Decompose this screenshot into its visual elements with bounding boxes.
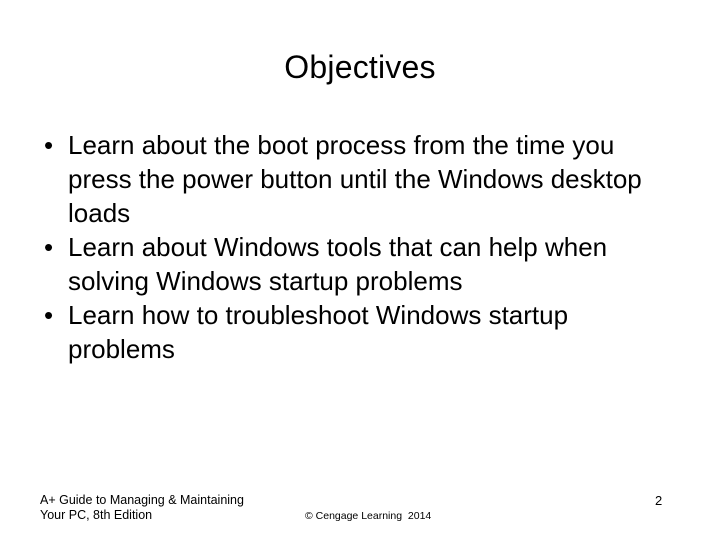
page-title: Objectives bbox=[284, 49, 436, 85]
objectives-bullet-list: • Learn about the boot process from the … bbox=[40, 128, 664, 366]
list-item: • Learn about the boot process from the … bbox=[40, 128, 664, 230]
bullet-point-icon: • bbox=[44, 300, 54, 330]
copyright-notice: © Cengage Learning 2014 bbox=[305, 510, 432, 522]
list-item: • Learn how to troubleshoot Windows star… bbox=[40, 298, 664, 366]
presentation-slide: Objectives • Learn about the boot proces… bbox=[0, 0, 720, 540]
slide-footer: A+ Guide to Managing & Maintaining Your … bbox=[0, 490, 720, 540]
bullet-point-icon: • bbox=[44, 130, 54, 160]
list-item-text: Learn about the boot process from the ti… bbox=[68, 130, 642, 228]
bullet-point-icon: • bbox=[44, 232, 54, 262]
list-item: • Learn about Windows tools that can hel… bbox=[40, 230, 664, 298]
list-item-text: Learn about Windows tools that can help … bbox=[68, 232, 608, 296]
list-item-text: Learn how to troubleshoot Windows startu… bbox=[68, 300, 569, 364]
book-title-line-2: Your PC, 8th Edition bbox=[40, 508, 153, 522]
page-number: 2 bbox=[655, 493, 663, 508]
book-title-line-1: A+ Guide to Managing & Maintaining bbox=[40, 493, 244, 507]
book-title-footer: A+ Guide to Managing & Maintaining Your … bbox=[40, 493, 310, 523]
